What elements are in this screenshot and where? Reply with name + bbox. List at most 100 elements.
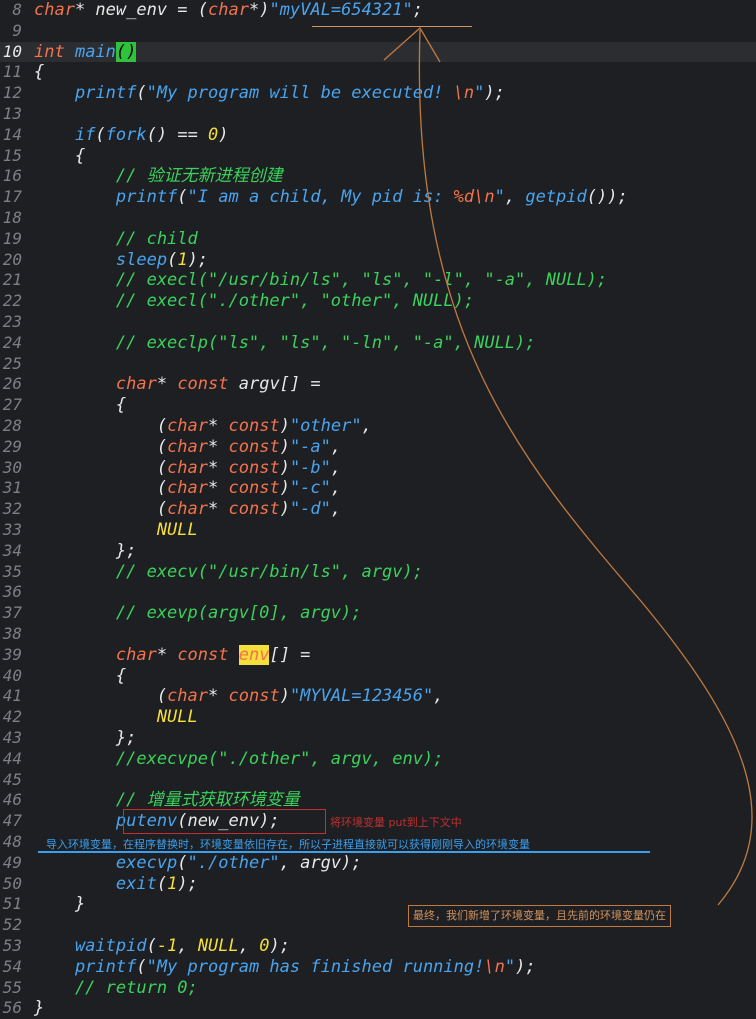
- code-token: (: [177, 187, 188, 208]
- line-number: 31: [2, 478, 22, 498]
- code-line[interactable]: 20 sleep(1);: [0, 250, 756, 271]
- code-token: ": [474, 83, 485, 104]
- code-line[interactable]: 32 (char* const)"-d",: [0, 499, 756, 520]
- line-number: 41: [2, 686, 22, 706]
- line-code: {: [34, 62, 44, 83]
- line-code: printf("I am a child, My pid is: %d\n", …: [34, 187, 628, 208]
- line-code: // return 0;: [34, 978, 198, 999]
- code-line[interactable]: 27 {: [0, 395, 756, 416]
- code-line[interactable]: 45: [0, 770, 756, 791]
- code-token: {: [34, 145, 86, 166]
- line-number: 11: [2, 62, 22, 82]
- line-code: char* const env[] =: [34, 644, 310, 666]
- code-line[interactable]: 47 putenv(new_env);: [0, 811, 756, 832]
- code-line[interactable]: 41 (char* const)"MYVAL=123456",: [0, 686, 756, 707]
- code-line[interactable]: 15 {: [0, 146, 756, 167]
- code-line[interactable]: 14 if(fork() == 0): [0, 125, 756, 146]
- code-line[interactable]: 53 waitpid(-1, NULL, 0);: [0, 936, 756, 957]
- code-line[interactable]: 8 char* new_env = (char*)"myVAL=654321";: [0, 0, 756, 21]
- code-line[interactable]: 36: [0, 582, 756, 603]
- code-token: // execl("/usr/bin/ls", "ls", "-l", "-a"…: [34, 270, 608, 291]
- line-number: 46: [2, 790, 22, 810]
- line-number: 39: [2, 644, 22, 664]
- code-line[interactable]: 26 char* const argv[] =: [0, 374, 756, 395]
- code-token: char: [167, 436, 209, 457]
- code-line[interactable]: 42 NULL: [0, 707, 756, 728]
- code-token: (: [95, 124, 106, 145]
- code-line[interactable]: 54 printf("My program has finished runni…: [0, 957, 756, 978]
- line-number: 42: [2, 707, 22, 727]
- code-line[interactable]: 30 (char* const)"-b",: [0, 458, 756, 479]
- code-line[interactable]: 34 };: [0, 541, 756, 562]
- code-token: "My program will be executed!: [146, 83, 454, 104]
- line-code: waitpid(-1, NULL, 0);: [34, 936, 290, 957]
- code-line[interactable]: 17 printf("I am a child, My pid is: %d\n…: [0, 187, 756, 208]
- code-token: printf: [34, 187, 178, 208]
- code-line[interactable]: 12 printf("My program will be executed! …: [0, 83, 756, 104]
- code-line[interactable]: 43 };: [0, 728, 756, 749]
- code-line[interactable]: 16 // 验证无新进程创建: [0, 166, 756, 187]
- code-line[interactable]: 52: [0, 915, 756, 936]
- code-token: const: [228, 478, 280, 499]
- code-token: *: [208, 436, 229, 457]
- line-number: 27: [2, 395, 22, 415]
- code-token: (new_env);: [177, 811, 280, 832]
- code-line[interactable]: 19 // child: [0, 229, 756, 250]
- code-line[interactable]: 33 NULL: [0, 520, 756, 541]
- line-number: 34: [2, 540, 22, 560]
- code-line[interactable]: 35 // execv("/usr/bin/ls", argv);: [0, 562, 756, 583]
- line-code: {: [34, 395, 126, 416]
- code-token: ): [279, 499, 290, 520]
- code-line[interactable]: 50 exit(1);: [0, 874, 756, 895]
- code-token: (: [34, 436, 168, 457]
- line-number: 15: [2, 145, 22, 165]
- code-token: ): [279, 416, 290, 436]
- line-number: 30: [2, 457, 22, 477]
- code-line[interactable]: 49 execvp("./other", argv);: [0, 853, 756, 874]
- code-token: ,: [177, 936, 198, 956]
- code-line[interactable]: 23: [0, 312, 756, 333]
- code-token: sleep: [34, 249, 168, 270]
- code-token: "I am a child, My pid is:: [187, 187, 454, 208]
- code-line[interactable]: 28 (char* const)"other",: [0, 416, 756, 437]
- code-token: \n: [453, 83, 475, 104]
- code-token: waitpid: [34, 936, 147, 956]
- code-line[interactable]: 10 int main(): [0, 41, 756, 63]
- line-code: //execvpe("./other", argv, env);: [34, 749, 444, 770]
- line-number: 54: [2, 956, 22, 976]
- line-number: 22: [2, 291, 22, 311]
- code-token: "./other": [187, 852, 280, 873]
- code-line[interactable]: 39 char* const env[] =: [0, 644, 756, 666]
- code-line[interactable]: 44 //execvpe("./other", argv, env);: [0, 749, 756, 770]
- code-line[interactable]: 31 (char* const)"-c",: [0, 478, 756, 499]
- code-line[interactable]: 55 // return 0;: [0, 978, 756, 999]
- code-line[interactable]: 48: [0, 832, 756, 853]
- code-token: int: [34, 41, 75, 62]
- code-editor[interactable]: 8 char* new_env = (char*)"myVAL=654321"; 9…: [0, 0, 756, 1018]
- line-number: 8: [12, 0, 22, 19]
- code-token: ,: [330, 478, 342, 499]
- line-number: 18: [2, 208, 22, 227]
- code-line[interactable]: 9: [0, 21, 756, 42]
- code-line[interactable]: 56}: [0, 998, 756, 1019]
- code-line[interactable]: 11 {: [0, 62, 756, 83]
- code-line[interactable]: 25: [0, 354, 756, 375]
- code-line[interactable]: 13: [0, 104, 756, 125]
- line-code: execvp("./other", argv);: [34, 853, 362, 874]
- code-token: "-b": [289, 457, 331, 478]
- code-line[interactable]: 22 // execl("./other", "other", NULL);: [0, 291, 756, 312]
- code-token: (: [34, 457, 168, 478]
- code-line[interactable]: 24 // execlp("ls", "ls", "-ln", "-a", NU…: [0, 333, 756, 354]
- code-line[interactable]: 37 // exevp(argv[0], argv);: [0, 603, 756, 624]
- code-token: const: [177, 644, 229, 665]
- code-line[interactable]: 21 // execl("/usr/bin/ls", "ls", "-l", "…: [0, 270, 756, 291]
- code-line[interactable]: 40 {: [0, 666, 756, 687]
- code-line[interactable]: 29 (char* const)"-a",: [0, 437, 756, 458]
- code-line[interactable]: 18: [0, 208, 756, 229]
- code-token: (: [177, 852, 188, 873]
- code-line[interactable]: 46 // 增量式获取环境变量: [0, 790, 756, 811]
- code-token: {: [34, 665, 127, 686]
- code-line[interactable]: 51 }: [0, 894, 756, 915]
- code-line[interactable]: 38: [0, 624, 756, 645]
